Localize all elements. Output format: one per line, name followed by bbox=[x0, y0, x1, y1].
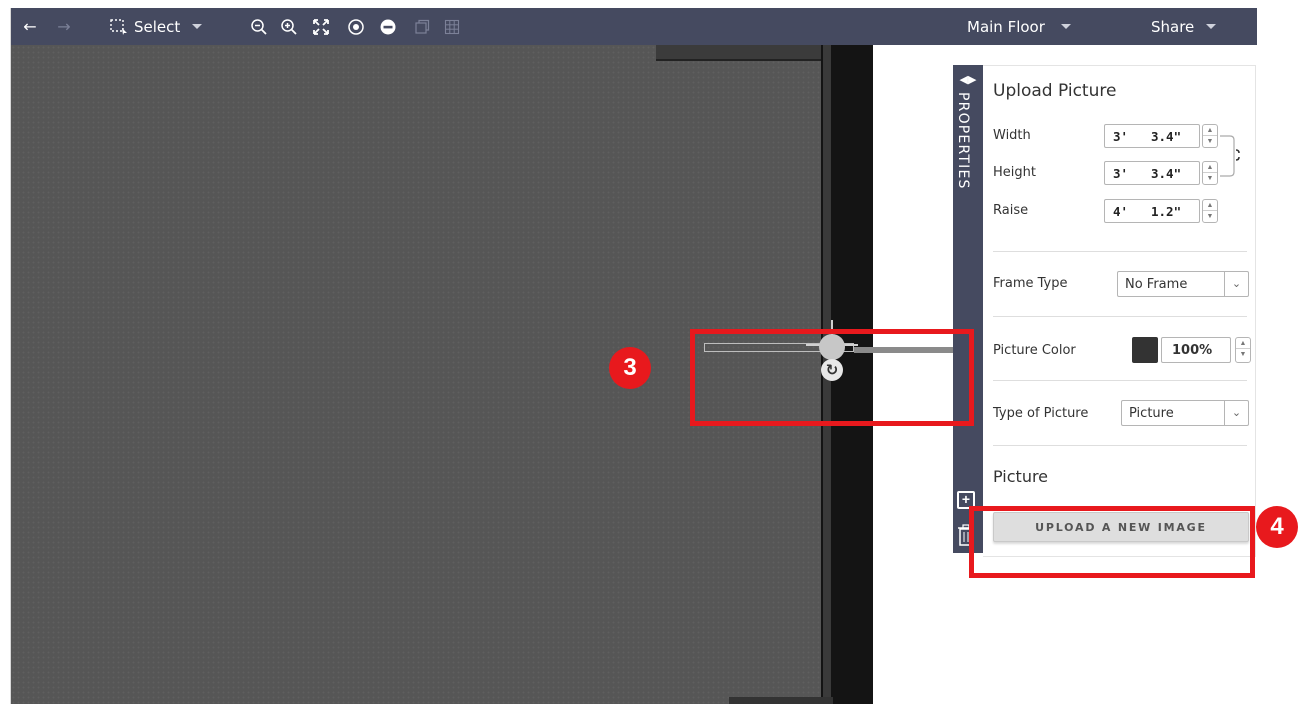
type-of-picture-select[interactable]: Picture ⌄ bbox=[1121, 400, 1249, 426]
aspect-lock-link-icon[interactable] bbox=[1220, 134, 1244, 178]
stepper-up-icon[interactable]: ▲ bbox=[1203, 162, 1217, 173]
chevron-down-icon: ⌄ bbox=[1224, 401, 1248, 425]
redo-arrow-right-icon[interactable]: → bbox=[51, 8, 77, 45]
remove-circle-icon[interactable] bbox=[375, 8, 401, 45]
opacity-field[interactable]: 100% bbox=[1161, 337, 1231, 363]
stepper-down-icon[interactable]: ▼ bbox=[1203, 173, 1217, 184]
wall-segment-top[interactable] bbox=[656, 45, 833, 61]
divider bbox=[993, 380, 1247, 381]
top-toolbar: ← → Select Main Floor Share bbox=[11, 8, 1257, 45]
height-feet-value: 3' bbox=[1113, 166, 1129, 181]
type-of-picture-label: Type of Picture bbox=[993, 406, 1089, 421]
raise-label: Raise bbox=[993, 203, 1029, 218]
layers-icon[interactable] bbox=[409, 8, 435, 45]
share-dropdown[interactable]: Share bbox=[1151, 8, 1251, 45]
picture-section-title: Picture bbox=[993, 467, 1049, 486]
raise-inches-value: 1.2" bbox=[1151, 204, 1182, 219]
select-label: Select bbox=[134, 17, 181, 36]
color-swatch[interactable] bbox=[1132, 337, 1158, 363]
divider bbox=[993, 251, 1247, 252]
chevron-down-icon bbox=[1206, 24, 1217, 29]
stepper-down-icon[interactable]: ▼ bbox=[1203, 211, 1217, 222]
opacity-stepper[interactable]: ▲ ▼ bbox=[1235, 337, 1251, 363]
panel-title: Upload Picture bbox=[993, 81, 1117, 101]
annotation-marker: 4 bbox=[1256, 506, 1298, 548]
marquee-select-icon bbox=[109, 18, 129, 36]
fit-to-screen-icon[interactable] bbox=[307, 8, 335, 45]
grid-icon[interactable] bbox=[439, 8, 465, 45]
raise-feet-value: 4' bbox=[1113, 204, 1129, 219]
chevron-down-icon: ⌄ bbox=[1224, 272, 1248, 296]
floor-selector-dropdown[interactable]: Main Floor bbox=[967, 8, 1107, 45]
stepper-down-icon[interactable]: ▼ bbox=[1236, 349, 1250, 360]
frame-type-select[interactable]: No Frame ⌄ bbox=[1117, 271, 1249, 297]
chevron-down-icon bbox=[1060, 24, 1071, 29]
floor-label: Main Floor bbox=[967, 17, 1045, 36]
height-inches-value: 3.4" bbox=[1151, 166, 1182, 181]
zoom-in-icon[interactable] bbox=[277, 8, 301, 45]
frame-type-label: Frame Type bbox=[993, 276, 1068, 291]
wall-segment-bottom[interactable] bbox=[729, 697, 833, 704]
opacity-value: 100% bbox=[1172, 343, 1213, 358]
stepper-up-icon[interactable]: ▲ bbox=[1203, 125, 1217, 136]
width-stepper[interactable]: ▲ ▼ bbox=[1202, 124, 1218, 148]
divider bbox=[993, 445, 1247, 446]
expand-collapse-arrows-icon[interactable]: ◀▶ bbox=[954, 70, 982, 88]
height-field[interactable]: 3' 3.4" bbox=[1104, 161, 1200, 185]
raise-stepper[interactable]: ▲ ▼ bbox=[1202, 199, 1218, 223]
raise-field[interactable]: 4' 1.2" bbox=[1104, 199, 1200, 223]
share-label: Share bbox=[1151, 17, 1195, 36]
screenshot-frame: ← → Select Main Floor Share ↻ ◀▶ PROPERT… bbox=[0, 0, 1309, 704]
select-tool-dropdown[interactable]: Select bbox=[109, 8, 221, 45]
width-inches-value: 3.4" bbox=[1151, 129, 1182, 144]
stepper-down-icon[interactable]: ▼ bbox=[1203, 136, 1217, 147]
stepper-up-icon[interactable]: ▲ bbox=[1236, 338, 1250, 349]
stepper-up-icon[interactable]: ▲ bbox=[1203, 200, 1217, 211]
picture-color-label: Picture Color bbox=[993, 343, 1076, 358]
width-label: Width bbox=[993, 128, 1031, 143]
frame-type-value: No Frame bbox=[1125, 277, 1188, 292]
chevron-down-icon bbox=[192, 24, 203, 29]
width-feet-value: 3' bbox=[1113, 129, 1129, 144]
annotation-highlight-box bbox=[690, 329, 974, 426]
height-label: Height bbox=[993, 165, 1036, 180]
type-of-picture-value: Picture bbox=[1129, 406, 1174, 421]
divider bbox=[993, 316, 1247, 317]
height-stepper[interactable]: ▲ ▼ bbox=[1202, 161, 1218, 185]
width-field[interactable]: 3' 3.4" bbox=[1104, 124, 1200, 148]
properties-tab-label: PROPERTIES bbox=[955, 92, 971, 190]
zoom-out-icon[interactable] bbox=[247, 8, 271, 45]
center-target-icon[interactable] bbox=[343, 8, 369, 45]
undo-arrow-left-icon[interactable]: ← bbox=[17, 8, 43, 45]
annotation-marker: 3 bbox=[609, 347, 651, 389]
annotation-highlight-box bbox=[969, 506, 1255, 578]
